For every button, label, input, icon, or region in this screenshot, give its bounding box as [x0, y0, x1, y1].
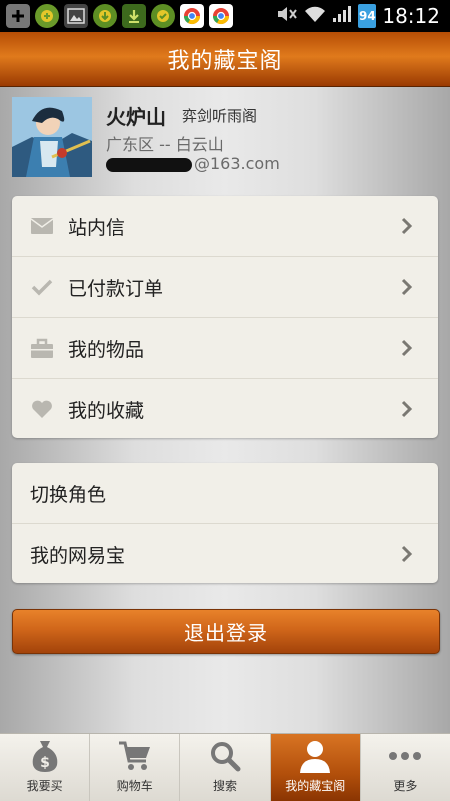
menu-item-label: 切换角色: [30, 483, 107, 506]
chevron-right-icon: [398, 545, 416, 563]
tab-label: 搜索: [213, 779, 238, 793]
search-icon: [207, 739, 243, 773]
redacted-email: [106, 157, 192, 172]
menu-item-my-items[interactable]: 我的物品: [12, 318, 438, 379]
check-icon: [30, 275, 54, 299]
tab-label: 更多: [393, 779, 418, 793]
character-name: 火炉山: [106, 105, 166, 129]
chevron-right-icon: [398, 278, 416, 296]
chrome-icon: [209, 4, 233, 28]
menu-item-label: 我的收藏: [68, 399, 145, 422]
person-icon: [297, 739, 333, 773]
svg-text:$: $: [40, 755, 50, 771]
mail-icon: [30, 214, 54, 238]
status-bar: 94 18:12: [0, 0, 450, 32]
image-notification-icon: [64, 4, 88, 28]
menu-item-label: 站内信: [68, 216, 126, 239]
clock: 18:12: [382, 4, 440, 28]
menu-item-label: 已付款订单: [68, 277, 164, 300]
menu-card: 站内信 已付款订单 我的物品 我的收藏: [12, 196, 438, 438]
tab-label: 我的藏宝阁: [285, 779, 346, 793]
notification-icons: [0, 4, 233, 28]
game-update-icon: [151, 4, 175, 28]
tab-label: 我要买: [26, 779, 63, 793]
page-title: 我的藏宝阁: [167, 49, 283, 74]
character-region: 广东区 -- 白云山: [106, 135, 224, 154]
account-email: @163.com: [106, 154, 280, 173]
menu-item-label: 我的网易宝: [30, 544, 126, 567]
tab-my-treasure[interactable]: 我的藏宝阁: [270, 734, 361, 801]
bag-icon: [30, 336, 54, 360]
game-download-icon: [93, 4, 117, 28]
game-notification-icon: [35, 4, 59, 28]
money-bag-icon: $: [27, 739, 63, 773]
download-notification-icon: [122, 4, 146, 28]
tab-buy[interactable]: $ 我要买: [0, 734, 91, 801]
wifi-icon: [304, 5, 326, 27]
mute-icon: [276, 5, 298, 27]
menu-item-paid-orders[interactable]: 已付款订单: [12, 257, 438, 318]
profile-section: 火炉山 弈剑听雨阁 广东区 -- 白云山 @163.com: [12, 97, 438, 181]
add-notification-icon: [6, 4, 30, 28]
chevron-right-icon: [398, 400, 416, 418]
tab-search[interactable]: 搜索: [180, 734, 271, 801]
account-card: 切换角色 我的网易宝: [12, 463, 438, 583]
bottom-tab-bar: $ 我要买 购物车 搜索 我的藏宝阁 更多: [0, 733, 450, 801]
avatar[interactable]: [12, 97, 92, 177]
cart-icon: [117, 739, 153, 773]
chrome-icon: [180, 4, 204, 28]
more-icon: [387, 739, 423, 773]
tab-label: 购物车: [116, 779, 153, 793]
menu-item-messages[interactable]: 站内信: [12, 196, 438, 257]
email-suffix: @163.com: [194, 154, 280, 173]
tab-cart[interactable]: 购物车: [90, 734, 181, 801]
menu-item-favorites[interactable]: 我的收藏: [12, 379, 438, 439]
chevron-right-icon: [398, 217, 416, 235]
status-right: 94 18:12: [276, 4, 450, 28]
menu-item-label: 我的物品: [68, 338, 145, 361]
tab-more[interactable]: 更多: [361, 734, 450, 801]
chevron-right-icon: [398, 339, 416, 357]
heart-icon: [30, 397, 54, 421]
character-server: 弈剑听雨阁: [182, 107, 258, 125]
menu-item-switch-role[interactable]: 切换角色: [12, 463, 438, 524]
signal-icon: [332, 5, 352, 27]
menu-item-netease-wallet[interactable]: 我的网易宝: [12, 524, 438, 584]
battery-icon: 94: [358, 4, 377, 28]
logout-button[interactable]: 退出登录: [12, 609, 440, 654]
title-bar: 我的藏宝阁: [0, 32, 450, 87]
